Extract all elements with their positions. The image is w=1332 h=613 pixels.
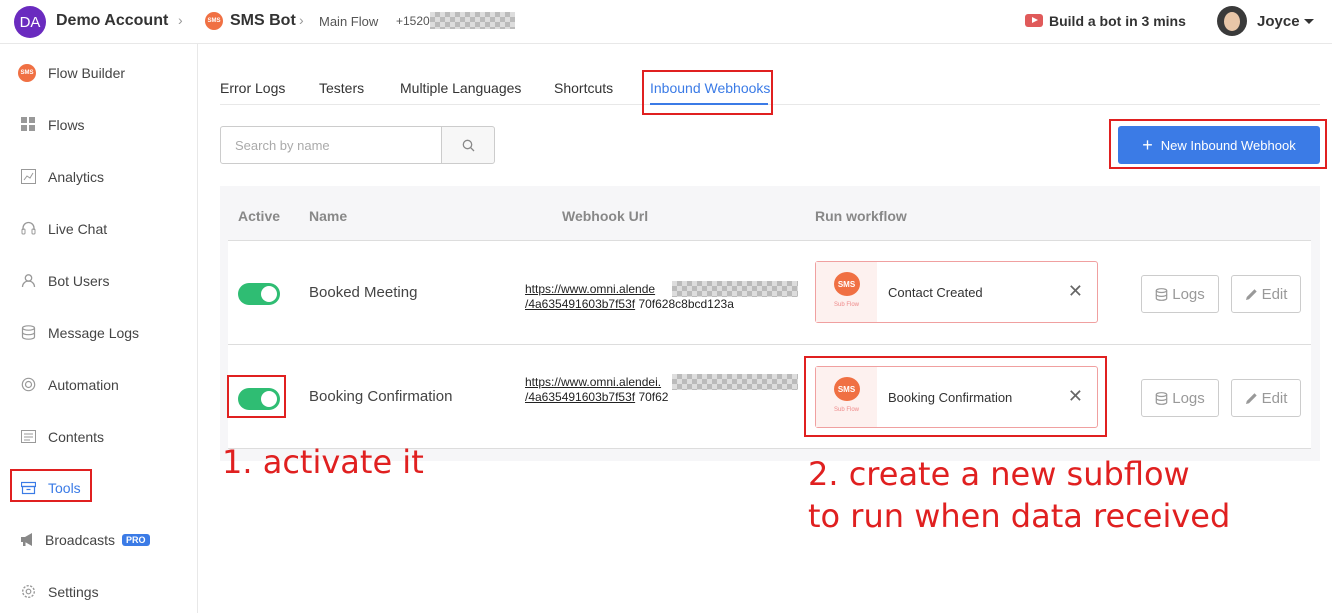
highlight-tools-item <box>10 469 92 502</box>
highlight-inbound-webhooks-tab <box>642 70 773 115</box>
youtube-icon[interactable] <box>1025 14 1043 27</box>
highlight-new-webhook-button <box>1109 119 1327 169</box>
sidebar-item-bot-users[interactable]: Bot Users <box>0 261 198 301</box>
build-bot-link[interactable]: Build a bot in 3 mins <box>1049 13 1186 29</box>
sidebar-item-label: Settings <box>48 584 99 600</box>
logs-label: Logs <box>1172 389 1205 407</box>
workflow-name: Contact Created <box>888 285 983 300</box>
annotation-step2-line2: to run when data received <box>808 497 1231 535</box>
sidebar-item-flows[interactable]: Flows <box>0 105 198 145</box>
logs-button[interactable]: Logs <box>1141 275 1219 313</box>
webhook-url-line2[interactable]: /4a635491603b7f53f 70f628c8bcd123a <box>525 297 734 311</box>
phone-number: +1520 <box>396 14 430 28</box>
tab-multiple-languages[interactable]: Multiple Languages <box>400 80 521 96</box>
webhook-name: Booked Meeting <box>309 284 418 301</box>
sidebar-item-flow-builder[interactable]: SMS Flow Builder <box>0 53 198 93</box>
sms-bot-logo-icon: SMS <box>205 12 223 30</box>
automation-icon <box>20 377 36 393</box>
gear-icon <box>20 584 36 600</box>
account-avatar[interactable]: DA <box>14 6 46 38</box>
sidebar-item-label: Broadcasts <box>45 532 116 548</box>
column-header-run-workflow: Run workflow <box>815 208 907 224</box>
sidebar-item-label: Message Logs <box>48 325 140 341</box>
sidebar-item-label: Flows <box>48 117 85 133</box>
sidebar: SMS Flow Builder Flows Analytics Live Ch… <box>0 44 198 613</box>
search-input[interactable] <box>220 126 442 164</box>
sms-logo-icon: SMS <box>833 272 860 296</box>
webhook-url-link[interactable]: https://www.omni.alende <box>525 282 655 296</box>
grid-icon <box>20 117 36 133</box>
edit-label: Edit <box>1261 285 1288 303</box>
sidebar-item-automation[interactable]: Automation <box>0 365 198 405</box>
sidebar-item-label: Automation <box>48 377 119 393</box>
user-icon <box>20 273 36 289</box>
sidebar-item-label: Live Chat <box>48 221 108 237</box>
run-workflow-card[interactable]: SMS Sub Flow Contact Created ✕ <box>815 261 1098 323</box>
edit-label: Edit <box>1261 389 1288 407</box>
sidebar-item-label: Contents <box>48 429 105 445</box>
sidebar-item-label: Bot Users <box>48 273 110 289</box>
pencil-icon <box>1245 392 1257 404</box>
logs-label: Logs <box>1172 285 1205 303</box>
webhook-name: Booking Confirmation <box>309 388 453 405</box>
sidebar-item-contents[interactable]: Contents <box>0 417 198 457</box>
top-bar: DA Demo Account › SMS SMS Bot › Main Flo… <box>0 0 1332 44</box>
annotation-step1: 1. activate it <box>222 443 424 481</box>
pro-badge: PRO <box>122 534 150 546</box>
account-name[interactable]: Demo Account <box>56 12 168 30</box>
user-avatar[interactable] <box>1217 6 1247 36</box>
webhook-url-line2[interactable]: /4a635491603b7f53f 70f62 <box>525 390 668 404</box>
chevron-right-icon: › <box>178 12 183 28</box>
column-header-webhook-url: Webhook Url <box>562 208 649 224</box>
sidebar-item-label: Flow Builder <box>48 65 126 81</box>
edit-button[interactable]: Edit <box>1231 379 1301 417</box>
tab-error-logs[interactable]: Error Logs <box>220 80 285 96</box>
redacted-url-mask <box>672 281 798 297</box>
pencil-icon <box>1245 288 1257 300</box>
highlight-run-workflow <box>804 356 1107 437</box>
bot-name[interactable]: SMS Bot <box>230 12 296 30</box>
chart-icon <box>20 169 36 185</box>
user-name[interactable]: Joyce <box>1257 13 1300 30</box>
headset-icon <box>20 221 36 237</box>
annotation-step2-line1: 2. create a new subflow <box>808 455 1190 493</box>
chevron-right-icon: › <box>299 12 304 28</box>
sidebar-item-live-chat[interactable]: Live Chat <box>0 209 198 249</box>
breadcrumb-flow[interactable]: Main Flow <box>319 14 378 29</box>
edit-button[interactable]: Edit <box>1231 275 1301 313</box>
sidebar-item-analytics[interactable]: Analytics <box>0 157 198 197</box>
column-header-name: Name <box>309 208 348 224</box>
sidebar-item-message-logs[interactable]: Message Logs <box>0 313 198 353</box>
close-icon[interactable]: ✕ <box>1068 282 1083 300</box>
subflow-icon-area: SMS Sub Flow <box>816 262 877 322</box>
subflow-caption: Sub Flow <box>833 302 859 308</box>
column-header-active: Active <box>238 208 281 224</box>
sidebar-item-broadcasts[interactable]: Broadcasts PRO <box>0 520 198 560</box>
database-icon <box>1155 287 1168 301</box>
sidebar-item-settings[interactable]: Settings <box>0 572 198 612</box>
redacted-phone-mask <box>430 12 515 29</box>
caret-down-icon[interactable] <box>1304 19 1314 24</box>
megaphone-icon <box>20 532 36 548</box>
database-icon <box>20 325 36 341</box>
contents-icon <box>20 429 36 445</box>
active-toggle[interactable] <box>238 283 280 305</box>
database-icon <box>1155 391 1168 405</box>
sms-logo-icon: SMS <box>18 64 36 82</box>
sidebar-item-label: Analytics <box>48 169 105 185</box>
highlight-active-toggle <box>227 375 286 418</box>
logs-button[interactable]: Logs <box>1141 379 1219 417</box>
search-button[interactable] <box>441 126 495 164</box>
tab-testers[interactable]: Testers <box>319 80 364 96</box>
search-icon <box>462 139 474 151</box>
webhook-url-link[interactable]: https://www.omni.alendei. <box>525 375 661 389</box>
tab-shortcuts[interactable]: Shortcuts <box>554 80 613 96</box>
redacted-url-mask <box>672 374 798 390</box>
